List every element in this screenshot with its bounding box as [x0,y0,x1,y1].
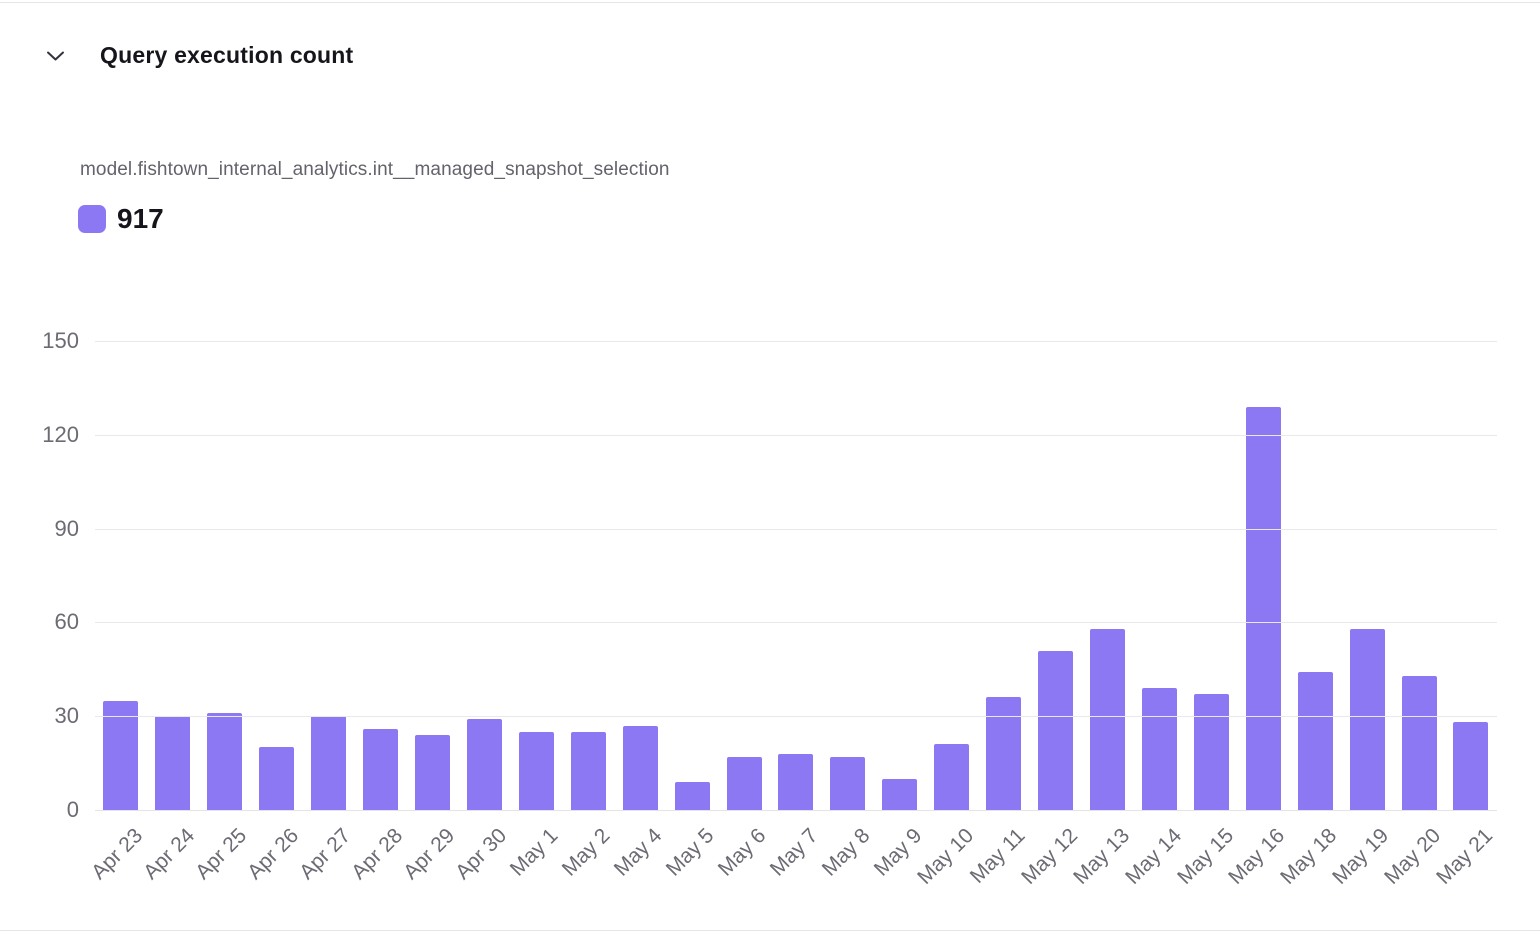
legend-swatch [78,205,106,233]
x-axis-label: May 16 [1225,824,1291,890]
panel-bottom-border [0,930,1540,931]
x-axis-label: May 11 [966,824,1031,889]
collapse-toggle-button[interactable] [44,45,66,67]
x-axis-label: May 5 [662,824,719,881]
bar-apr-26[interactable] [259,747,294,810]
bar-may-13[interactable] [1090,629,1125,810]
x-axis-label: May 10 [913,824,979,890]
chevron-down-icon [46,50,65,62]
panel-top-border [0,2,1540,3]
y-axis-tick-label: 120 [42,422,79,448]
bar-may-8[interactable] [830,757,865,810]
bar-may-18[interactable] [1298,672,1333,810]
bar-may-12[interactable] [1038,651,1073,810]
gridline [95,529,1497,530]
x-axis-label: Apr 28 [347,824,408,885]
bar-may-14[interactable] [1142,688,1177,810]
bar-may-2[interactable] [571,732,606,810]
y-axis-tick-label: 0 [67,797,79,823]
bar-may-21[interactable] [1453,722,1488,810]
bar-may-19[interactable] [1350,629,1385,810]
bar-may-4[interactable] [623,726,658,810]
x-axis-label: May 21 [1432,824,1498,890]
x-axis-label: Apr 26 [243,824,304,885]
bar-may-5[interactable] [675,782,710,810]
bar-may-15[interactable] [1194,694,1229,810]
x-axis-label: May 14 [1121,824,1187,890]
bar-may-1[interactable] [519,732,554,810]
bar-apr-29[interactable] [415,735,450,810]
series-name: model.fishtown_internal_analytics.int__m… [80,159,670,181]
gridline [95,341,1497,342]
bar-apr-25[interactable] [207,713,242,810]
bar-may-10[interactable] [934,744,969,810]
panel-title: Query execution count [100,42,353,69]
bar-chart: Apr 23Apr 24Apr 25Apr 26Apr 27Apr 28Apr … [95,341,1497,810]
x-axis-label: May 4 [610,824,667,881]
legend-total: 917 [117,203,164,235]
gridline [95,435,1497,436]
x-axis-label: May 12 [1017,824,1083,890]
x-axis-label: May 15 [1173,824,1239,890]
x-axis-label: May 18 [1277,824,1343,890]
y-axis-tick-label: 90 [55,516,79,542]
gridline [95,622,1497,623]
bar-may-20[interactable] [1402,676,1437,810]
bar-apr-24[interactable] [155,716,190,810]
gridline [95,810,1497,811]
bar-apr-27[interactable] [311,716,346,810]
x-axis-label: May 2 [558,824,615,881]
x-axis-label: Apr 23 [87,824,148,885]
bar-may-11[interactable] [986,697,1021,810]
x-axis-label: May 19 [1328,824,1394,890]
bar-may-6[interactable] [727,757,762,810]
bar-may-9[interactable] [882,779,917,810]
legend-item[interactable]: 917 [78,203,164,235]
x-axis-label: May 1 [506,824,563,881]
x-axis-label: Apr 24 [139,824,200,885]
bar-may-16[interactable] [1246,407,1281,810]
gridline [95,716,1497,717]
y-axis-tick-label: 60 [55,609,79,635]
x-axis-label: May 7 [766,824,823,881]
bar-may-7[interactable] [778,754,813,810]
x-axis-label: May 6 [714,824,771,881]
x-axis-label: Apr 25 [191,824,252,885]
y-axis-tick-label: 30 [55,703,79,729]
x-axis-label: Apr 29 [399,824,460,885]
panel-header: Query execution count [44,42,353,69]
bar-apr-30[interactable] [467,719,502,810]
x-axis-label: May 13 [1069,824,1135,890]
x-axis-label: May 8 [817,824,874,881]
bars-container [95,341,1497,810]
bar-apr-28[interactable] [363,729,398,810]
x-axis-labels: Apr 23Apr 24Apr 25Apr 26Apr 27Apr 28Apr … [95,810,1497,930]
y-axis-tick-label: 150 [42,328,79,354]
x-axis-label: Apr 30 [451,824,512,885]
x-axis-label: May 20 [1380,824,1446,890]
x-axis-label: Apr 27 [295,824,356,885]
